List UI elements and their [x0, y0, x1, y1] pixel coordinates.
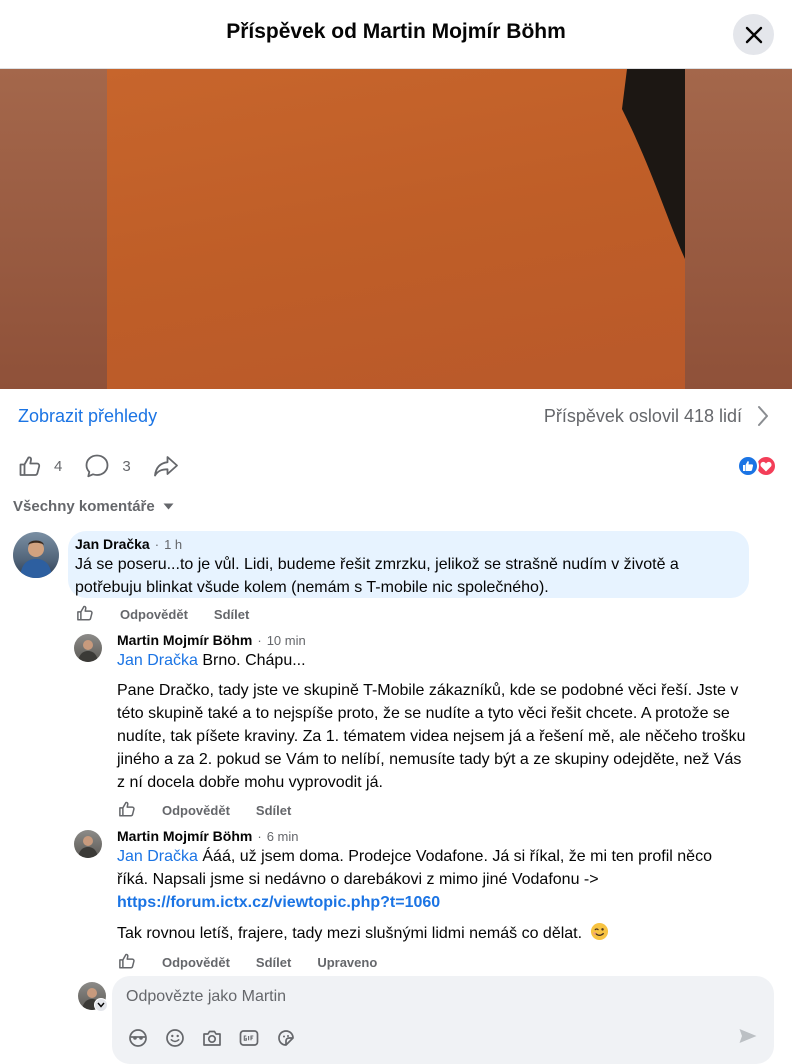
reaction-summary[interactable]: [737, 455, 777, 477]
comment-like-button[interactable]: [118, 952, 136, 973]
comment-time-sep: ·: [257, 829, 262, 844]
reply-comment: Martin Mojmír Böhm · 10 min Jan Dračka B…: [110, 628, 750, 796]
sticker-icon: [278, 1030, 294, 1046]
video-still: [622, 69, 685, 259]
post-video-frame: [107, 69, 685, 389]
avatar[interactable]: [13, 532, 59, 578]
comments-sort-dropdown[interactable]: Všechny komentáře: [13, 498, 174, 515]
close-icon: [745, 26, 762, 43]
share-comment-button[interactable]: Sdílet: [256, 955, 291, 970]
share-button[interactable]: [153, 454, 179, 478]
mention-link[interactable]: Jan Dračka: [117, 652, 198, 669]
comments-sort-label: Všechny komentáře: [13, 498, 155, 515]
post-media[interactable]: [0, 69, 792, 389]
reply-button[interactable]: Odpovědět: [162, 955, 230, 970]
reach-chevron-button[interactable]: [756, 404, 770, 433]
comment-author[interactable]: Martin Mojmír Böhm: [117, 828, 252, 844]
gif-icon: [239, 1030, 259, 1046]
send-button[interactable]: [738, 1027, 758, 1050]
like-icon: [119, 801, 135, 817]
comment-time[interactable]: 1 h: [164, 537, 182, 552]
reply-comment: Martin Mojmír Böhm · 6 min Jan Dračka Áá…: [110, 824, 750, 948]
comment-author[interactable]: Jan Dračka: [75, 536, 150, 552]
page-title: Příspěvek od Martin Mojmír Böhm: [226, 20, 566, 43]
media-blur-right: [685, 69, 792, 389]
avatar[interactable]: [74, 830, 102, 858]
reply-button[interactable]: Odpovědět: [162, 803, 230, 818]
sticker-button[interactable]: [276, 1027, 313, 1049]
mention-link[interactable]: Jan Dračka: [117, 848, 198, 865]
comments-count: 3: [122, 457, 131, 475]
comment-actions: Odpovědět Sdílet: [118, 800, 317, 821]
avatar-icon: [78, 836, 98, 858]
external-link[interactable]: https://forum.ictx.cz/viewtopic.php?t=10…: [117, 894, 440, 911]
emoji-button[interactable]: [165, 1027, 202, 1049]
comment-text: Jan Dračka Ááá, už jsem doma. Prodejce V…: [117, 845, 742, 914]
comment-bubble: Jan Dračka · 1 h Já se poseru...to je vů…: [68, 531, 749, 598]
avatar-icon: [20, 540, 52, 578]
send-icon: [739, 1029, 757, 1043]
reply-composer: [112, 976, 774, 1064]
comment-time[interactable]: 6 min: [267, 829, 299, 844]
wink-emoji-icon: [590, 922, 608, 941]
edited-label: Upraveno: [317, 955, 378, 970]
post-action-bar: 4 3: [18, 453, 201, 479]
media-blur-left: [0, 69, 107, 389]
camera-icon: [203, 1030, 221, 1046]
chevron-down-icon: [97, 1002, 105, 1008]
comment-icon: [85, 454, 109, 478]
comment-like-button[interactable]: [118, 800, 136, 821]
comment-body: Ááá, už jsem doma. Prodejce Vodafone. Já…: [117, 848, 712, 888]
photo-button[interactable]: [202, 1027, 239, 1049]
comment-time-sep: ·: [257, 633, 262, 648]
emoji-face-icon: [166, 1029, 184, 1047]
composer-tools: [128, 1027, 313, 1049]
like-icon: [77, 605, 93, 621]
like-button[interactable]: 4: [18, 454, 62, 478]
comment-time-sep: ·: [154, 537, 160, 552]
share-comment-button[interactable]: Sdílet: [214, 607, 249, 622]
post-reach-text: Příspěvek oslovil 418 lidí: [543, 406, 742, 426]
share-comment-button[interactable]: Sdílet: [256, 803, 291, 818]
gif-button[interactable]: [239, 1027, 276, 1049]
likes-count: 4: [54, 457, 63, 475]
profile-switch-badge[interactable]: [94, 998, 108, 1012]
comment-like-button[interactable]: [76, 604, 94, 625]
comment-paragraph: Pane Dračko, tady jste ve skupině T-Mobi…: [117, 682, 746, 791]
avatar[interactable]: [74, 634, 102, 662]
reply-button[interactable]: Odpovědět: [120, 607, 188, 622]
like-icon: [119, 953, 135, 969]
comment-actions: Odpovědět Sdílet Upraveno: [118, 952, 403, 973]
comment-author[interactable]: Martin Mojmír Böhm: [117, 632, 252, 648]
avatar-sticker-icon: [129, 1029, 147, 1047]
comment-time[interactable]: 10 min: [267, 633, 306, 648]
comment-first-line: Brno. Chápu...: [202, 652, 306, 669]
share-icon: [153, 456, 178, 477]
comment-button[interactable]: 3: [84, 453, 131, 479]
close-button[interactable]: [733, 14, 774, 55]
like-icon: [19, 456, 41, 476]
reply-input[interactable]: [126, 986, 746, 1008]
caret-down-icon: [163, 503, 174, 510]
comment-actions: Odpovědět Sdílet: [76, 604, 275, 625]
avatar-icon: [78, 640, 98, 662]
view-insights-link[interactable]: Zobrazit přehledy: [18, 406, 157, 427]
comment-text: Jan Dračka Brno. Chápu...: [117, 649, 747, 672]
avatar-sticker-button[interactable]: [128, 1027, 165, 1049]
comment-text: Já se poseru...to je vůl. Lidi, budeme ř…: [75, 556, 679, 596]
modal-header: Příspěvek od Martin Mojmír Böhm: [0, 0, 792, 69]
like-reaction-icon: [737, 455, 759, 477]
chevron-right-icon: [758, 406, 768, 426]
comment-paragraph-text: Tak rovnou letíš, frajere, tady mezi slu…: [117, 925, 583, 942]
comment-paragraph: Tak rovnou letíš, frajere, tady mezi slu…: [117, 922, 742, 945]
